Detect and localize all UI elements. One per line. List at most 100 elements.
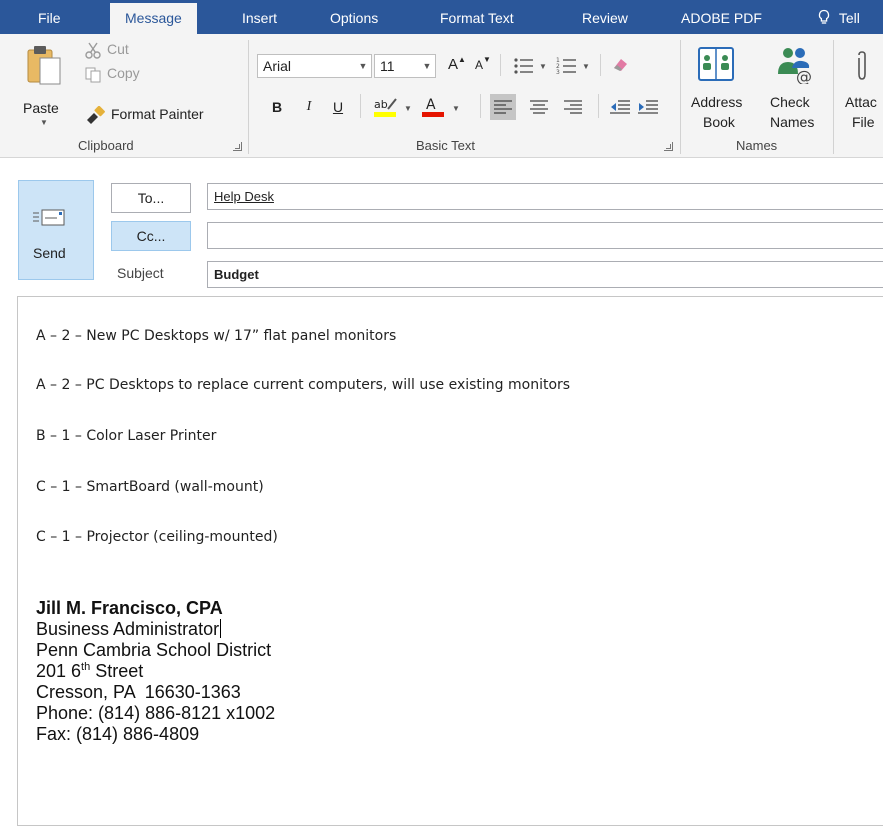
attach-file-label-1: Attac <box>845 94 877 110</box>
body-line: C – 1 – Projector (ceiling-mounted) <box>36 529 278 545</box>
signature-city: Cresson, PA 16630-1363 <box>36 682 241 702</box>
clear-formatting-icon[interactable] <box>610 56 630 74</box>
check-names-button[interactable]: @ Check Names <box>762 42 828 134</box>
bullets-dropdown-icon[interactable]: ▼ <box>539 62 547 71</box>
font-color-dropdown-icon[interactable]: ▼ <box>452 104 460 113</box>
scissors-icon <box>85 42 101 59</box>
signature-org: Penn Cambria School District <box>36 640 272 660</box>
signature-street: 201 6th Street <box>36 661 143 682</box>
svg-text:@: @ <box>796 67 812 84</box>
svg-text:ab: ab <box>374 98 388 111</box>
separator <box>480 94 481 118</box>
align-left-icon <box>494 100 512 114</box>
separator <box>360 94 361 118</box>
grow-font-button[interactable]: A▲ <box>446 54 468 76</box>
tell-me-label: Tell <box>838 10 860 26</box>
body-line: A – 2 – PC Desktops to replace current c… <box>36 377 571 393</box>
copy-icon <box>85 67 101 83</box>
bullets-icon[interactable] <box>513 57 535 75</box>
tab-file[interactable]: File <box>38 0 61 34</box>
send-label: Send <box>33 245 66 261</box>
to-field[interactable]: Help Desk <box>207 183 883 210</box>
tell-me-search[interactable]: Tell <box>817 0 860 34</box>
align-left-button[interactable] <box>490 94 516 120</box>
street-ordinal: th <box>81 661 91 673</box>
separator <box>500 54 501 76</box>
bold-button[interactable]: B <box>266 96 288 118</box>
highlighter-icon: ab <box>374 98 397 117</box>
attach-file-button[interactable]: Attac File <box>840 42 883 134</box>
signature-phone: Phone: (814) 886-8121 x1002 <box>36 703 276 723</box>
to-recipient[interactable]: Help Desk <box>214 189 274 204</box>
address-book-icon <box>698 47 734 81</box>
italic-button[interactable]: I <box>298 96 320 118</box>
paste-dropdown-icon[interactable]: ▼ <box>40 118 48 127</box>
clipboard-dialog-launcher[interactable] <box>233 142 242 151</box>
svg-text:A: A <box>426 97 436 113</box>
numbering-icon[interactable]: 1 2 3 <box>556 57 578 75</box>
cc-button[interactable]: Cc... <box>111 221 191 251</box>
svg-text:3: 3 <box>556 69 560 75</box>
tab-adobe-pdf[interactable]: ADOBE PDF <box>681 0 762 34</box>
address-book-label-1: Address <box>691 94 743 110</box>
decrease-indent-icon[interactable] <box>610 99 630 115</box>
signature-fax: Fax: (814) 886-4809 <box>36 724 200 744</box>
chevron-down-icon: ▼ <box>422 61 432 71</box>
basic-text-group-label: Basic Text <box>416 138 476 153</box>
send-button[interactable]: Send <box>18 180 94 280</box>
paste-button[interactable]: Paste ▼ <box>18 42 76 127</box>
body-line: B – 1 – Color Laser Printer <box>36 428 217 444</box>
format-painter-button[interactable]: Format Painter <box>84 104 239 126</box>
align-center-icon[interactable] <box>530 99 548 115</box>
underline-button[interactable]: U <box>327 96 349 118</box>
paste-icon <box>27 46 61 85</box>
increase-indent-icon[interactable] <box>638 99 658 115</box>
tab-format-text[interactable]: Format Text <box>440 0 514 34</box>
address-book-button[interactable]: Address Book <box>687 42 759 134</box>
cut-label: Cut <box>107 41 129 57</box>
format-painter-icon <box>87 106 105 124</box>
copy-button[interactable]: Copy <box>84 64 154 86</box>
tab-review[interactable]: Review <box>582 0 628 34</box>
check-names-label-2: Names <box>770 114 815 130</box>
font-size-value: 11 <box>380 58 395 74</box>
font-name-value: Arial <box>263 58 292 74</box>
separator <box>833 40 834 154</box>
separator <box>600 54 601 76</box>
send-icon <box>33 209 65 226</box>
paperclip-icon <box>858 51 866 80</box>
paste-label: Paste <box>23 100 59 116</box>
shrink-font-button[interactable]: A▼ <box>472 54 494 76</box>
street-number: 201 6 <box>36 661 82 681</box>
highlight-button[interactable]: ab <box>372 94 402 120</box>
font-color-icon: A <box>422 97 444 117</box>
clipboard-group-label: Clipboard <box>78 138 134 153</box>
separator <box>680 40 681 154</box>
basic-text-dialog-launcher[interactable] <box>664 142 673 151</box>
tab-options[interactable]: Options <box>330 0 378 34</box>
font-size-combo[interactable]: 11 ▼ <box>374 54 436 78</box>
message-body-editor[interactable]: A – 2 – New PC Desktops w/ 17” flat pane… <box>17 296 883 826</box>
ribbon-tab-bar: File Message Insert Options Format Text … <box>0 0 883 34</box>
separator <box>598 94 599 118</box>
lightbulb-icon <box>818 9 830 24</box>
align-right-icon[interactable] <box>564 99 582 115</box>
tab-insert[interactable]: Insert <box>242 0 277 34</box>
cut-button[interactable]: Cut <box>84 40 154 62</box>
text-cursor <box>220 619 222 638</box>
chevron-down-icon: ▼ <box>358 61 368 71</box>
font-name-combo[interactable]: Arial ▼ <box>257 54 372 78</box>
cc-field[interactable] <box>207 222 883 249</box>
check-names-icon: @ <box>778 48 812 84</box>
check-names-label-1: Check <box>770 94 810 110</box>
highlight-dropdown-icon[interactable]: ▼ <box>404 104 412 113</box>
numbering-dropdown-icon[interactable]: ▼ <box>582 62 590 71</box>
copy-label: Copy <box>107 65 140 81</box>
tab-message[interactable]: Message <box>110 3 197 34</box>
subject-label: Subject <box>117 265 164 281</box>
font-color-button[interactable]: A <box>420 94 446 120</box>
to-button[interactable]: To... <box>111 183 191 213</box>
subject-field[interactable]: Budget <box>207 261 883 288</box>
attach-file-label-2: File <box>852 114 875 130</box>
ribbon: Paste ▼ Cut Copy Format Painter Clipboar… <box>0 34 883 158</box>
